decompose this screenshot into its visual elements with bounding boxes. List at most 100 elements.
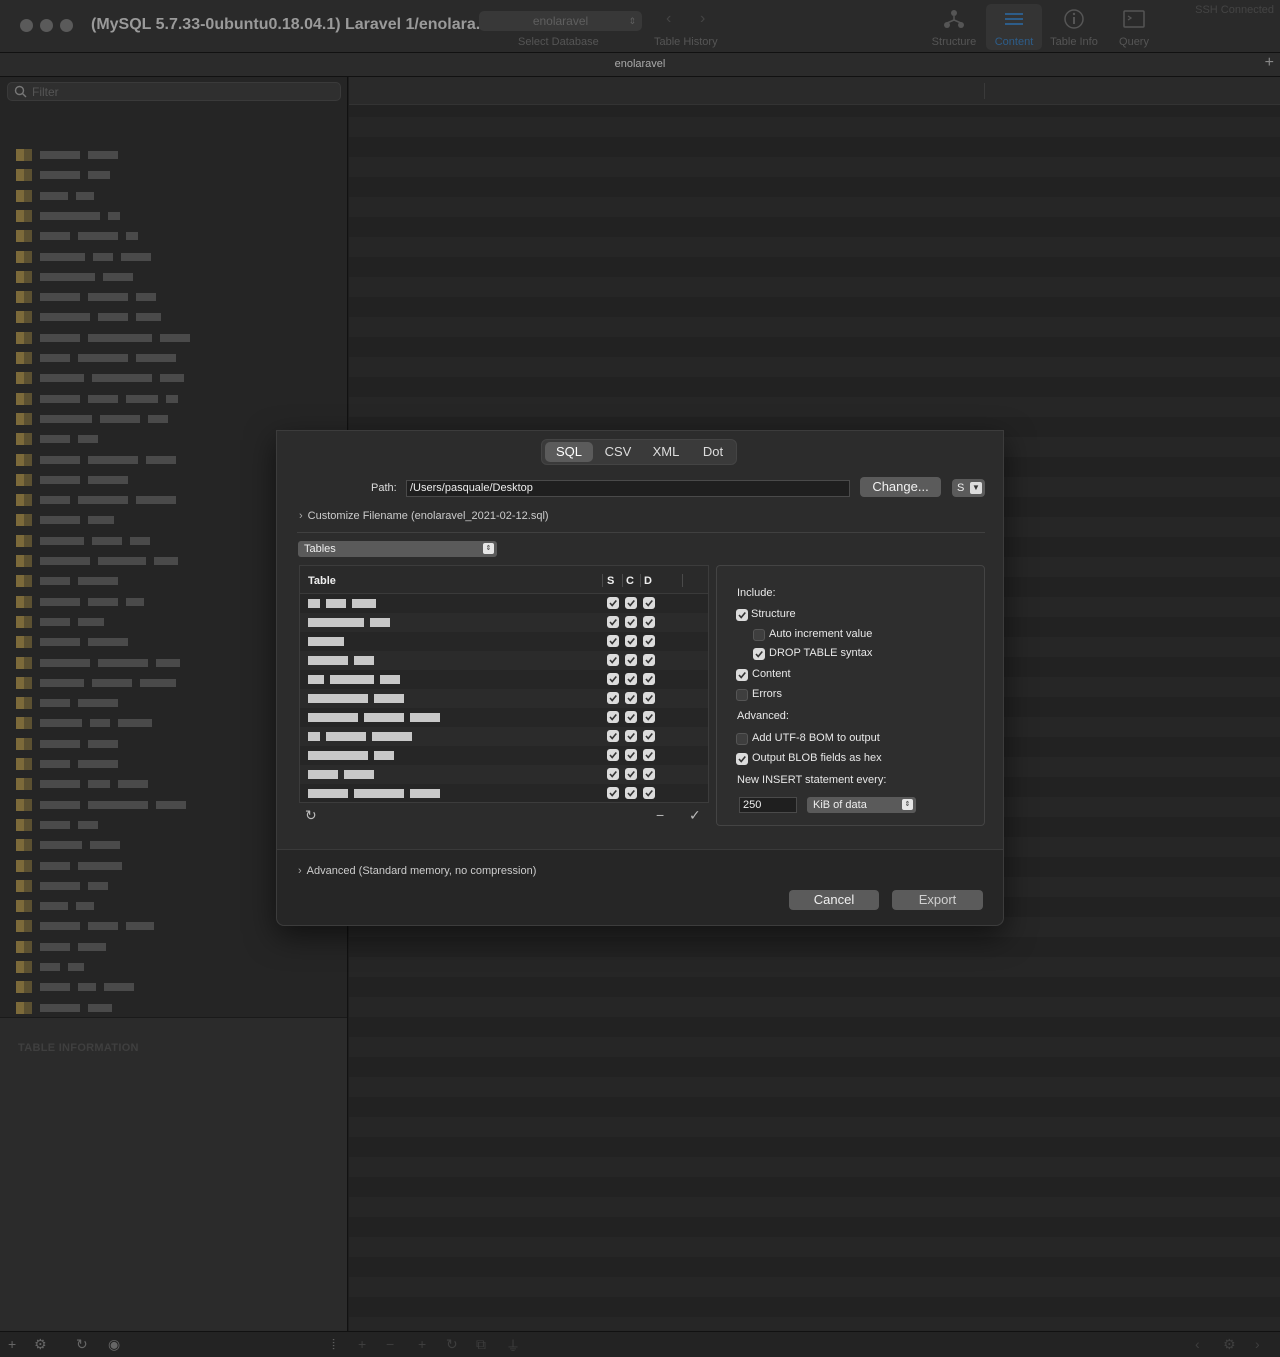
change-path-button[interactable]: Change...: [860, 477, 941, 497]
drop-checkbox[interactable]: [643, 616, 655, 628]
sidebar-table-item[interactable]: [0, 409, 347, 429]
column-header-table[interactable]: Table: [308, 575, 336, 587]
customize-filename-disclosure[interactable]: › Customize Filename (enolaravel_2021-02-…: [299, 510, 549, 522]
structure-checkbox[interactable]: [607, 730, 619, 742]
structure-button[interactable]: Structure: [926, 4, 982, 50]
table-info-button[interactable]: Table Info: [1046, 4, 1102, 50]
structure-checkbox[interactable]: [607, 597, 619, 609]
structure-checkbox[interactable]: [607, 749, 619, 761]
advanced-disclosure[interactable]: › Advanced (Standard memory, no compressi…: [298, 865, 536, 877]
minimize-window-button[interactable]: [40, 19, 53, 32]
content-checkbox[interactable]: [625, 654, 637, 666]
sidebar-table-item[interactable]: [0, 389, 347, 409]
drop-checkbox[interactable]: [643, 654, 655, 666]
structure-checkbox[interactable]: [607, 673, 619, 685]
sidebar-table-item[interactable]: [0, 977, 347, 997]
add-row-icon[interactable]: +: [358, 1336, 366, 1352]
export-table-row[interactable]: [300, 594, 708, 613]
sidebar-table-item[interactable]: [0, 145, 347, 165]
filter-field[interactable]: [7, 82, 341, 101]
sidebar-table-item[interactable]: [0, 328, 347, 348]
export-button[interactable]: Export: [892, 890, 983, 910]
blob-hex-checkbox[interactable]: [736, 753, 748, 765]
sidebar-table-item[interactable]: [0, 186, 347, 206]
sidebar-table-item[interactable]: [0, 348, 347, 368]
add-table-icon[interactable]: +: [8, 1336, 16, 1352]
sidebar-table-item[interactable]: [0, 226, 347, 246]
next-page-icon[interactable]: ›: [1255, 1336, 1260, 1352]
structure-checkbox[interactable]: [607, 787, 619, 799]
drop-checkbox[interactable]: [643, 768, 655, 780]
content-checkbox[interactable]: [625, 787, 637, 799]
sidebar-table-item[interactable]: [0, 206, 347, 226]
sidebar-table-item[interactable]: [0, 998, 347, 1018]
database-select[interactable]: enolaravel ⇕: [479, 11, 642, 31]
insert-unit-select[interactable]: KiB of data ⇕: [807, 797, 916, 813]
cancel-button[interactable]: Cancel: [789, 890, 879, 910]
export-scope-select[interactable]: Tables ⇕: [298, 541, 497, 557]
export-table-row[interactable]: [300, 746, 708, 765]
column-header-structure[interactable]: S: [607, 575, 614, 587]
add-tab-icon[interactable]: +: [1265, 54, 1274, 72]
link-icon[interactable]: ⧉: [476, 1336, 486, 1353]
structure-checkbox[interactable]: [607, 635, 619, 647]
insert-size-field[interactable]: 250: [739, 797, 797, 813]
tab-dot[interactable]: Dot: [691, 442, 735, 462]
sidebar-table-item[interactable]: [0, 247, 347, 267]
tab-enolaravel[interactable]: enolaravel: [0, 58, 1280, 70]
export-table-row[interactable]: [300, 708, 708, 727]
sidebar-table-item[interactable]: [0, 957, 347, 977]
content-checkbox[interactable]: [625, 616, 637, 628]
export-table-row[interactable]: [300, 689, 708, 708]
path-field[interactable]: /Users/pasquale/Desktop: [406, 480, 850, 497]
drop-checkbox[interactable]: [643, 711, 655, 723]
structure-checkbox[interactable]: [607, 711, 619, 723]
content-checkbox[interactable]: [625, 711, 637, 723]
export-table-row[interactable]: [300, 765, 708, 784]
action-menu-icon[interactable]: ⚙: [34, 1336, 47, 1353]
structure-checkbox[interactable]: [607, 654, 619, 666]
column-header-drop[interactable]: D: [644, 575, 652, 587]
export-table-row[interactable]: [300, 632, 708, 651]
structure-checkbox[interactable]: [736, 609, 748, 621]
funnel-filter-icon[interactable]: ⏚: [506, 1336, 520, 1356]
auto-increment-checkbox[interactable]: [753, 629, 765, 641]
refresh-icon[interactable]: ↻: [76, 1336, 88, 1353]
drop-checkbox[interactable]: [643, 673, 655, 685]
sidebar-table-item[interactable]: [0, 287, 347, 307]
tab-csv[interactable]: CSV: [595, 442, 641, 462]
eye-icon[interactable]: ◉: [108, 1336, 120, 1353]
sidebar-table-item[interactable]: [0, 267, 347, 287]
structure-checkbox[interactable]: [607, 692, 619, 704]
content-checkbox[interactable]: [625, 635, 637, 647]
zoom-window-button[interactable]: [60, 19, 73, 32]
query-button[interactable]: Query: [1106, 4, 1162, 50]
tab-xml[interactable]: XML: [643, 442, 689, 462]
duplicate-row-icon[interactable]: +: [418, 1336, 426, 1352]
encoding-select[interactable]: S ▼: [952, 479, 985, 497]
prev-page-icon[interactable]: ‹: [1195, 1336, 1200, 1352]
remove-row-icon[interactable]: −: [386, 1336, 394, 1352]
content-checkbox[interactable]: [625, 597, 637, 609]
drop-checkbox[interactable]: [643, 635, 655, 647]
content-checkbox[interactable]: [625, 692, 637, 704]
history-forward-icon[interactable]: ›: [700, 10, 705, 28]
content-checkbox[interactable]: [625, 673, 637, 685]
format-segmented-control[interactable]: SQL CSV XML Dot: [541, 439, 737, 465]
drop-checkbox[interactable]: [643, 749, 655, 761]
refresh-icon[interactable]: ↻: [305, 807, 317, 824]
content-checkbox[interactable]: [625, 730, 637, 742]
tab-sql[interactable]: SQL: [545, 442, 593, 462]
export-table-row[interactable]: [300, 670, 708, 689]
drop-table-checkbox[interactable]: [753, 648, 765, 660]
pagination-settings-icon[interactable]: ⚙: [1223, 1336, 1236, 1353]
export-table-row[interactable]: [300, 651, 708, 670]
deselect-all-icon[interactable]: −: [656, 807, 664, 823]
reload-content-icon[interactable]: ↻: [446, 1336, 458, 1353]
drop-checkbox[interactable]: [643, 597, 655, 609]
sidebar-table-item[interactable]: [0, 307, 347, 327]
sidebar-table-item[interactable]: [0, 937, 347, 957]
content-checkbox[interactable]: [625, 749, 637, 761]
export-table-row[interactable]: [300, 784, 708, 802]
export-table-row[interactable]: [300, 727, 708, 746]
